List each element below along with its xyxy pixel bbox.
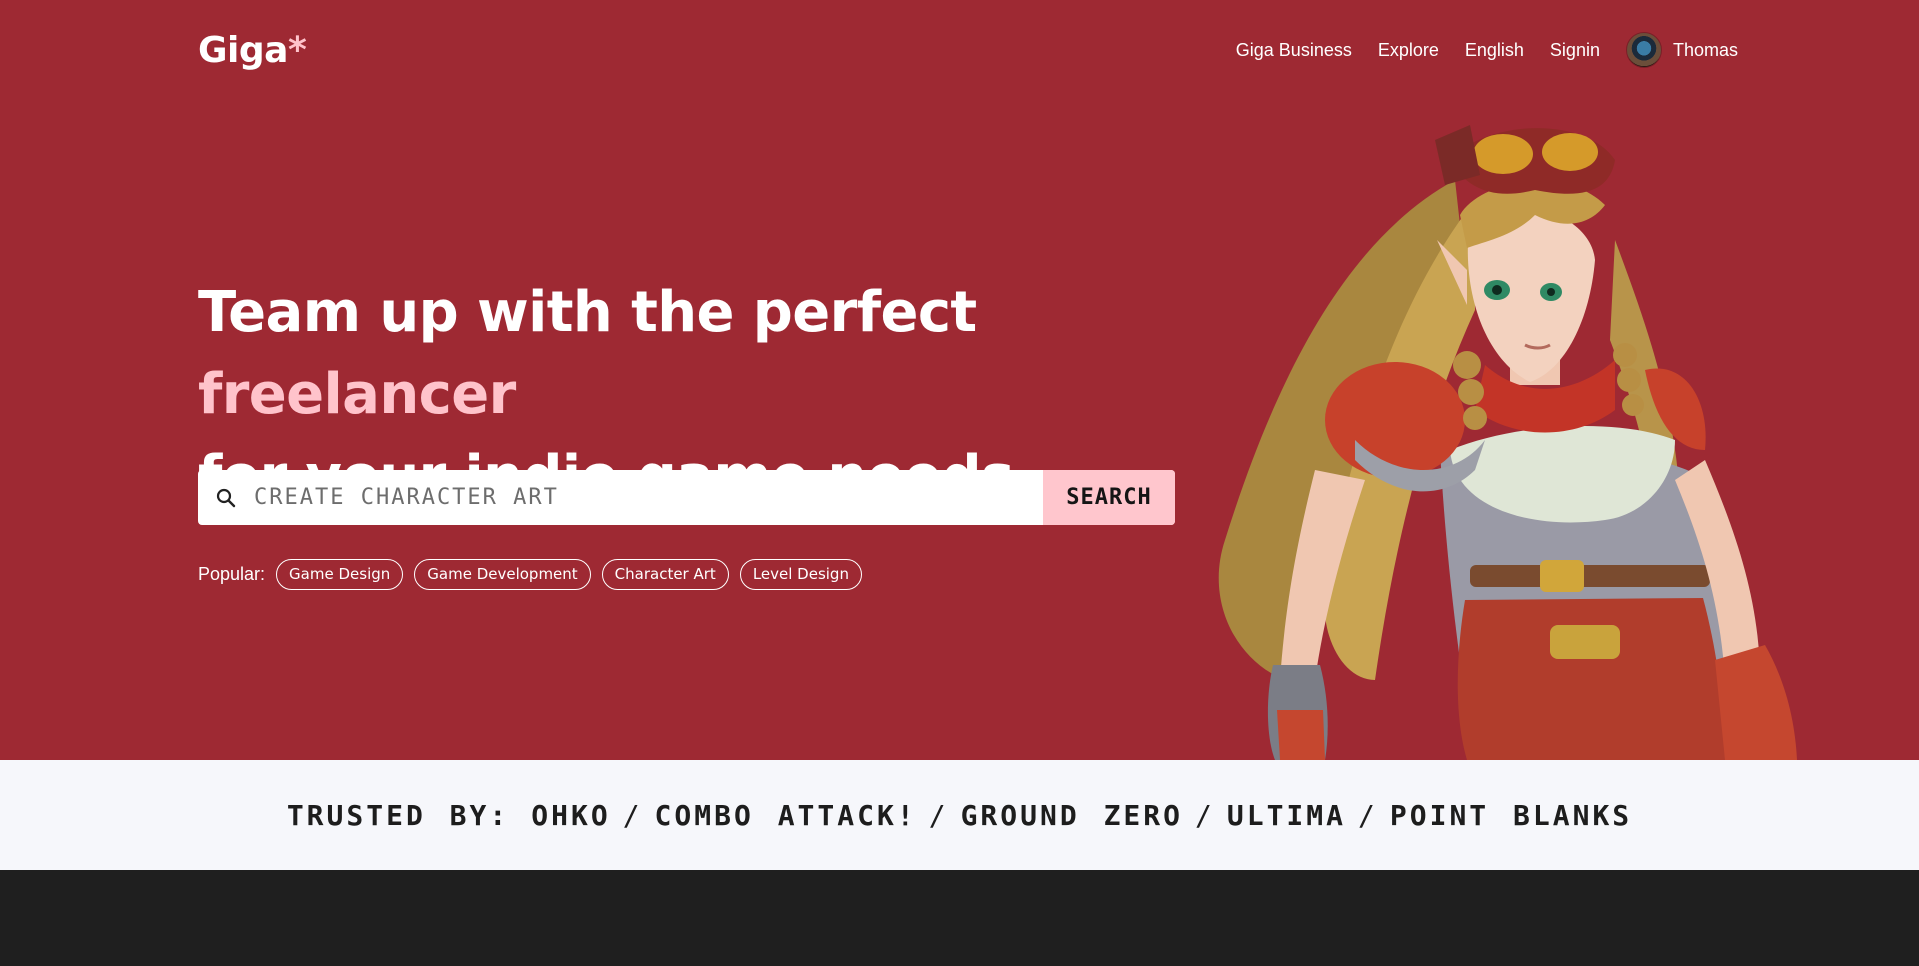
tag-game-design[interactable]: Game Design xyxy=(276,558,404,590)
trusted-company: POINT BLANKS xyxy=(1389,798,1633,832)
popular-label: Popular: xyxy=(198,563,266,584)
avatar xyxy=(1625,32,1662,68)
nav-link-signin[interactable]: Signin xyxy=(1550,40,1600,61)
nav-link-explore[interactable]: Explore xyxy=(1378,40,1439,61)
user-name: Thomas xyxy=(1672,39,1738,60)
nav-links: Giga Business Explore English Signin Tho… xyxy=(1236,32,1738,68)
popular-tags: Popular: Game Design Game Development Ch… xyxy=(198,558,862,590)
tag-level-design[interactable]: Level Design xyxy=(739,558,862,590)
search-button[interactable]: SEARCH xyxy=(1043,470,1175,525)
headline-accent: freelancer xyxy=(198,362,516,427)
search-icon xyxy=(198,470,254,525)
separator: / xyxy=(1358,798,1378,832)
top-navbar: Giga* Giga Business Explore English Sign… xyxy=(198,26,1738,74)
dark-section xyxy=(0,870,1919,966)
separator: / xyxy=(928,798,949,832)
search-input[interactable] xyxy=(254,470,1043,525)
hero-section: Giga* Giga Business Explore English Sign… xyxy=(0,0,1919,760)
separator: / xyxy=(622,798,643,832)
tag-character-art[interactable]: Character Art xyxy=(601,558,729,590)
trusted-label: TRUSTED BY: xyxy=(286,798,510,832)
search-bar: SEARCH xyxy=(198,470,1175,525)
user-menu[interactable]: Thomas xyxy=(1625,32,1738,68)
nav-link-giga-business[interactable]: Giga Business xyxy=(1236,40,1352,61)
trusted-company: GROUND ZERO xyxy=(960,798,1183,832)
trusted-company: ULTIMA xyxy=(1226,798,1347,832)
trusted-company: COMBO ATTACK! xyxy=(654,798,917,832)
nav-link-language[interactable]: English xyxy=(1465,40,1524,61)
headline-text-pre: Team up with the perfect xyxy=(198,280,977,345)
hero-character-illustration xyxy=(1218,125,1797,760)
trusted-by-bar: TRUSTED BY: OHKO / COMBO ATTACK! / GROUN… xyxy=(0,760,1919,870)
tag-game-development[interactable]: Game Development xyxy=(414,558,591,590)
trusted-company: OHKO xyxy=(531,798,611,832)
separator: / xyxy=(1195,798,1215,832)
brand-logo[interactable]: Giga* xyxy=(198,30,307,71)
